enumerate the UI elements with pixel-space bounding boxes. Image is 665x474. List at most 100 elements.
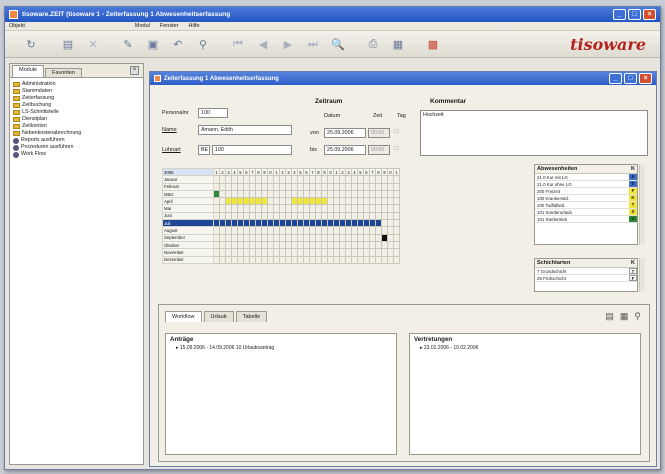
- day-cell[interactable]: [393, 204, 400, 213]
- bis-date-field[interactable]: 25.09.2006: [324, 145, 366, 155]
- shift-type-row[interactable]: 7 Grundschicht T: [535, 268, 637, 275]
- month-label[interactable]: Februar: [162, 182, 214, 191]
- tree-item-zeitkonten[interactable]: Zeitkonten: [13, 123, 140, 130]
- day-cell[interactable]: [393, 219, 400, 228]
- zoom-icon[interactable]: ⚲: [634, 311, 641, 322]
- day-cell[interactable]: [393, 175, 400, 184]
- tab-favoriten[interactable]: Favoriten: [45, 68, 82, 77]
- tree-item-workflow[interactable]: Work Flow: [13, 151, 140, 158]
- month-label[interactable]: Juni: [162, 211, 214, 221]
- prev-icon[interactable]: ◀: [255, 36, 271, 52]
- new-icon[interactable]: ▤: [60, 36, 76, 52]
- kommentar-field[interactable]: Hochzeit: [420, 110, 648, 156]
- tree-item-zeiterfassung[interactable]: Zeiterfassung: [13, 95, 140, 102]
- edit-icon[interactable]: ✎: [120, 36, 136, 52]
- vertretung-item[interactable]: ▸ 23.01.2006 - 10.02.2006: [410, 345, 640, 351]
- day-cell[interactable]: [393, 255, 400, 264]
- delete-icon[interactable]: ✕: [85, 36, 101, 52]
- day-cell[interactable]: [393, 211, 400, 221]
- month-label[interactable]: Oktober: [162, 240, 214, 250]
- lohnart-field[interactable]: 100: [212, 145, 292, 155]
- absence-type-row[interactable]: 100 Todfallstd. T: [535, 202, 637, 209]
- tree-item-zeitbuchung[interactable]: Zeitbuchung: [13, 102, 140, 109]
- print-icon[interactable]: ⎙: [365, 36, 381, 52]
- tree-item-stammdaten[interactable]: Stammdaten: [13, 88, 140, 95]
- month-label[interactable]: Juli: [162, 219, 214, 228]
- month-label[interactable]: Januar: [162, 175, 214, 184]
- tab-urlaub[interactable]: Urlaub: [203, 311, 234, 322]
- day-cell[interactable]: [393, 197, 400, 206]
- day-cell[interactable]: [393, 233, 400, 242]
- save-icon[interactable]: ▣: [145, 36, 161, 52]
- name-field[interactable]: Amann, Edith: [198, 125, 292, 135]
- tree-item-prozeduren[interactable]: Prozeduren ausführen: [13, 144, 140, 151]
- filter-icon[interactable]: ⚲: [195, 36, 211, 52]
- absence-type-row[interactable]: 100 Krankenstd. K: [535, 195, 637, 202]
- month-label[interactable]: März: [162, 189, 214, 199]
- von-day-checkbox[interactable]: ☐: [392, 128, 410, 138]
- maximize-button[interactable]: □: [628, 9, 641, 20]
- menu-hilfe[interactable]: Hilfe: [189, 23, 200, 29]
- month-label[interactable]: September: [162, 233, 214, 242]
- menu-objekt[interactable]: Objekt: [9, 23, 25, 29]
- minimize-button[interactable]: _: [613, 9, 626, 20]
- bis-time-field[interactable]: 00:00: [368, 145, 390, 155]
- personal-field[interactable]: 100: [198, 108, 228, 118]
- next-icon[interactable]: ▶: [280, 36, 296, 52]
- tab-module[interactable]: Module: [12, 65, 45, 77]
- month-label[interactable]: November: [162, 248, 214, 257]
- month-label[interactable]: Mai: [162, 204, 214, 213]
- grid-icon[interactable]: ▦: [620, 311, 629, 322]
- antrag-item[interactable]: ▸ 15.09.2006 - 14.09.2006 10 Urlaubsantr…: [166, 345, 396, 351]
- bis-day-checkbox[interactable]: ☐: [392, 145, 410, 155]
- gear-icon: [13, 144, 19, 151]
- day-cell[interactable]: [393, 182, 400, 191]
- lohnart-code[interactable]: BE: [198, 145, 210, 155]
- export-icon[interactable]: ▤: [605, 311, 614, 322]
- panel-close-icon[interactable]: ×: [130, 66, 139, 75]
- tab-tabelle[interactable]: Tabelle: [235, 311, 268, 322]
- folder-icon: [13, 110, 20, 115]
- month-label[interactable]: August: [162, 226, 214, 235]
- shift-type-row[interactable]: 25 Frühschicht F: [535, 275, 637, 282]
- absence-type-row[interactable]: 21.0 Kur mit LG E: [535, 174, 637, 181]
- shift-scrollbar[interactable]: [639, 258, 645, 292]
- child-close-button[interactable]: ×: [639, 73, 652, 84]
- absence-scrollbar[interactable]: [639, 164, 645, 245]
- absence-type-row[interactable]: 101 Sonderurlaub S: [535, 209, 637, 216]
- absence-type-row[interactable]: 101 Sterbetrieb U: [535, 216, 637, 223]
- exit-icon[interactable]: ▩: [425, 36, 441, 52]
- menu-modul[interactable]: Modul: [135, 23, 150, 29]
- absence-type-label: 100 Todfallstd.: [537, 202, 566, 208]
- tree-item-administration[interactable]: Administration: [13, 81, 140, 88]
- day-cell[interactable]: [393, 248, 400, 257]
- von-date-field[interactable]: 25.09.2006: [324, 128, 366, 138]
- refresh-icon[interactable]: ↻: [23, 36, 39, 52]
- last-icon[interactable]: ⏭: [305, 36, 321, 52]
- undo-icon[interactable]: ↶: [170, 36, 186, 52]
- child-minimize-button[interactable]: _: [609, 73, 622, 84]
- year-selector[interactable]: 2006: [162, 167, 214, 177]
- calendar-icon[interactable]: ▦: [390, 36, 406, 52]
- day-cell[interactable]: [393, 226, 400, 235]
- day-cell[interactable]: [393, 189, 400, 199]
- day-cell[interactable]: [393, 240, 400, 250]
- absence-type-label: 101 Sterbetrieb: [537, 216, 568, 222]
- first-icon[interactable]: ⏮: [230, 36, 246, 52]
- absence-type-row[interactable]: 21.0 Kur ohne LG E: [535, 181, 637, 188]
- tree-item-reports[interactable]: Reports ausführen: [13, 137, 140, 144]
- close-button[interactable]: ×: [643, 9, 656, 20]
- child-maximize-button[interactable]: □: [624, 73, 637, 84]
- gear-icon: [13, 137, 19, 144]
- month-label[interactable]: April: [162, 197, 214, 206]
- tree-item-nebenkosten[interactable]: Nebenkostenabrechnung: [13, 130, 140, 137]
- tree-item-ls-schnittstelle[interactable]: LS-Schnittstelle: [13, 109, 140, 116]
- absence-type-row[interactable]: 200 Freizeit F: [535, 188, 637, 195]
- month-label[interactable]: Dezember: [162, 255, 214, 264]
- menu-fenster[interactable]: Fenster: [160, 23, 179, 29]
- von-time-field[interactable]: 00:00: [368, 128, 390, 138]
- tree-item-dienstplan[interactable]: Dienstplan: [13, 116, 140, 123]
- folder-icon: [13, 124, 20, 129]
- search-icon[interactable]: 🔍: [330, 36, 346, 52]
- tab-workflow[interactable]: Workflow: [165, 311, 202, 322]
